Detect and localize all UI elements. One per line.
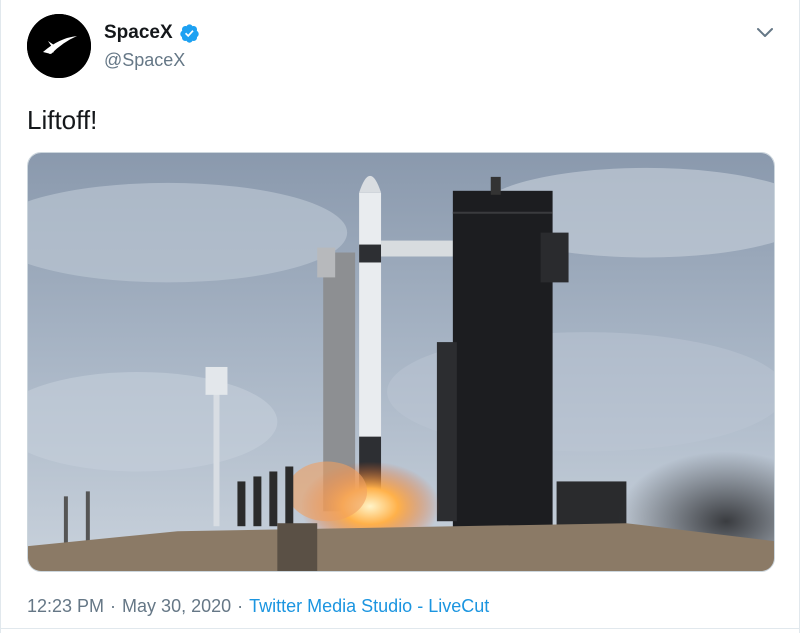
- avatar[interactable]: [27, 14, 91, 78]
- tweet-menu-button[interactable]: [753, 20, 777, 44]
- tweet-date[interactable]: May 30, 2020: [122, 596, 231, 616]
- tweet-text: Liftoff!: [27, 105, 98, 135]
- spacex-logo-icon: [27, 14, 91, 78]
- tweet-time[interactable]: 12:23 PM: [27, 596, 104, 616]
- chevron-down-icon: [757, 28, 773, 37]
- author-name-row[interactable]: SpaceX: [104, 22, 200, 44]
- rocket-launch-image: [28, 153, 774, 571]
- meta-separator: ·: [237, 596, 244, 616]
- tweet-meta: 12:23 PM · May 30, 2020 · Twitter Media Stud…: [27, 594, 489, 618]
- meta-separator: ·: [110, 596, 117, 616]
- author-display-name[interactable]: SpaceX: [104, 22, 173, 44]
- verified-badge-icon: [179, 23, 199, 43]
- tweet-media[interactable]: [27, 152, 775, 572]
- divider: [1, 628, 800, 629]
- author-handle[interactable]: @SpaceX: [104, 49, 185, 71]
- tweet-card: SpaceX @SpaceX Liftoff! 12:23 PM · May 3…: [0, 0, 800, 633]
- tweet-source-link[interactable]: Twitter Media Studio - LiveCut: [249, 596, 489, 616]
